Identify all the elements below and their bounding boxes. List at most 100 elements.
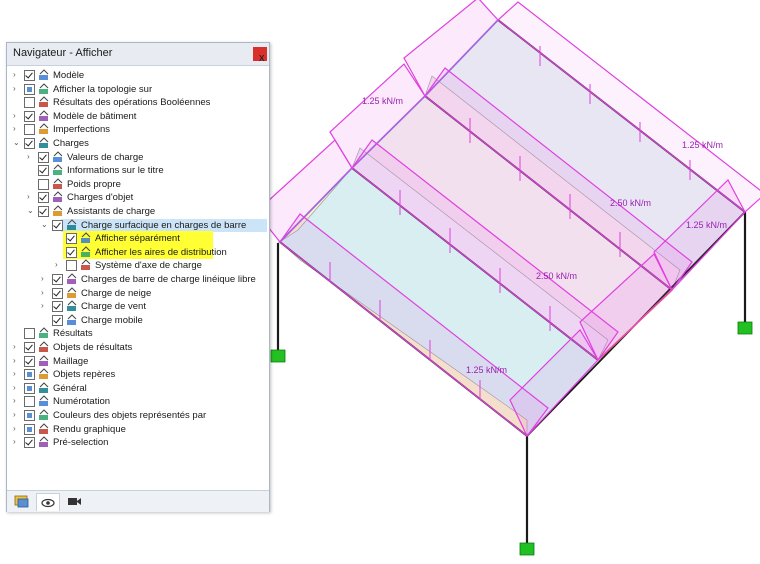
tree-item-checkbox[interactable] [24,110,35,122]
tree-item-checkbox[interactable] [52,314,63,326]
wind-icon [66,300,78,312]
chevron-right-icon[interactable]: › [13,342,21,352]
chevron-right-icon[interactable]: › [13,437,21,447]
chevron-right-icon[interactable]: › [13,124,21,134]
tree-item-checkbox[interactable] [24,138,35,149]
tree-item[interactable]: Poids propre [7,178,267,191]
tree-item[interactable]: › Objets repères [7,368,267,381]
chevron-right-icon[interactable]: › [41,274,49,284]
tree-item-checkbox[interactable] [52,219,63,231]
guide-objects-icon [38,368,50,380]
support-left [270,349,286,363]
chevron-right-icon [55,247,63,257]
tree-item[interactable]: Résultats des opérations Booléennes [7,96,267,109]
tree-item[interactable]: › Objets de résultats [7,341,267,354]
tree-item[interactable]: Charge mobile [7,314,267,327]
chevron-right-icon [27,179,35,189]
general-icon [38,382,50,394]
chevron-down-icon[interactable]: ⌄ [13,138,21,148]
tree-item-label: Afficher la topologie sur [53,83,153,95]
tree-item-label: Résultats [53,328,93,340]
tree-item-label: Poids propre [67,178,121,190]
tree-item-checkbox[interactable] [38,192,49,204]
close-button[interactable]: x [253,47,267,64]
tree-item-checkbox[interactable] [24,342,35,353]
tree-item[interactable]: Afficher les aires de distribution [7,246,267,259]
tree-item-checkbox[interactable] [24,369,35,381]
tab-views[interactable] [63,493,85,510]
tree-item[interactable]: ⌄ Charge surfacique en charges de barre [41,218,267,232]
tree-item[interactable]: › Maillage [7,354,267,368]
object-load-icon [52,191,64,203]
tree-item[interactable]: › Modèle de bâtiment [7,110,267,123]
tree-item-checkbox[interactable] [52,301,63,313]
tree-item[interactable]: › Afficher la topologie sur [7,82,267,96]
chevron-right-icon [13,328,21,338]
chevron-right-icon[interactable]: › [13,396,21,406]
tree-item-checkbox[interactable] [24,423,35,435]
chevron-right-icon[interactable]: › [13,369,21,379]
tab-display[interactable] [36,493,60,511]
tree-item-checkbox[interactable] [24,97,35,109]
tree-item-checkbox[interactable] [24,355,35,367]
tree-item[interactable]: › Charges d'objet [7,191,267,204]
chevron-down-icon[interactable]: ⌄ [41,220,49,230]
tree-item-checkbox[interactable] [24,382,35,394]
chevron-down-icon[interactable]: ⌄ [27,206,35,216]
tree-item-label: Assistants de charge [67,206,156,217]
tree-item[interactable]: › Charge de vent [7,300,267,313]
tree-item[interactable]: › Imperfections [7,123,267,136]
tree-item[interactable]: ⌄ Charges [7,137,267,150]
tree-item[interactable]: › Rendu graphique [7,422,267,436]
tree-item[interactable]: › Numérotation [7,395,267,408]
tree-item-checkbox[interactable] [66,246,77,258]
tree-item-checkbox[interactable] [24,328,35,340]
tree-item[interactable]: › Pré-selection [7,436,267,449]
tree-item[interactable]: ⌄ Assistants de charge [7,205,267,218]
chevron-right-icon[interactable]: › [27,152,35,162]
chevron-right-icon[interactable]: › [13,424,21,434]
camera-icon [68,498,81,505]
chevron-right-icon[interactable]: › [13,383,21,393]
tree-item-checkbox[interactable] [38,165,49,177]
tab-data[interactable] [11,493,33,510]
tree-item[interactable]: › Couleurs des objets représentés par [7,409,267,422]
navigator-tabs [7,490,269,512]
tree-item[interactable]: › Système d'axe de charge [7,259,267,272]
chevron-right-icon[interactable]: › [41,301,49,311]
support-right [737,321,753,335]
chevron-right-icon[interactable]: › [55,260,63,270]
tree-item-checkbox[interactable] [24,396,35,408]
tree-item[interactable]: › Valeurs de charge [7,150,267,164]
tree-item-checkbox[interactable] [38,151,49,163]
tree-item-checkbox[interactable] [66,260,77,272]
tree-item-checkbox[interactable] [24,124,35,136]
tree-item-checkbox[interactable] [24,410,35,421]
tree-item-checkbox[interactable] [24,70,35,81]
navigator-title-bar: Navigateur - Afficher x [7,43,269,65]
chevron-right-icon[interactable]: › [13,111,21,121]
chevron-right-icon[interactable]: › [27,192,35,202]
tree-item[interactable]: › Charges de barre de charge linéique lib… [7,273,267,286]
tree-item[interactable]: Informations sur le titre [7,164,267,177]
chevron-right-icon[interactable]: › [13,84,21,94]
tree-item[interactable]: Afficher séparément [7,232,267,245]
tree-item[interactable]: Résultats [7,327,267,340]
tree-item[interactable]: › Modèle [7,69,267,82]
tree-item-checkbox[interactable] [52,287,63,299]
tree-item-checkbox[interactable] [24,83,35,95]
tree-item-checkbox[interactable] [24,437,35,449]
chevron-right-icon[interactable]: › [41,288,49,298]
tree-item-checkbox[interactable] [66,233,77,245]
tree-item-checkbox[interactable] [38,178,49,190]
tree-item[interactable]: › Charge de neige [7,286,267,300]
tree-item[interactable]: › Général [7,382,267,395]
tree-item-checkbox[interactable] [52,274,63,285]
chevron-right-icon [27,165,35,175]
chevron-right-icon[interactable]: › [13,70,21,80]
tree-item-checkbox[interactable] [38,206,49,217]
distribution-areas [277,19,746,437]
chevron-right-icon[interactable]: › [13,410,21,420]
chevron-right-icon[interactable]: › [13,356,21,366]
tree-item-label: Charges de barre de charge linéique libr… [81,274,256,285]
